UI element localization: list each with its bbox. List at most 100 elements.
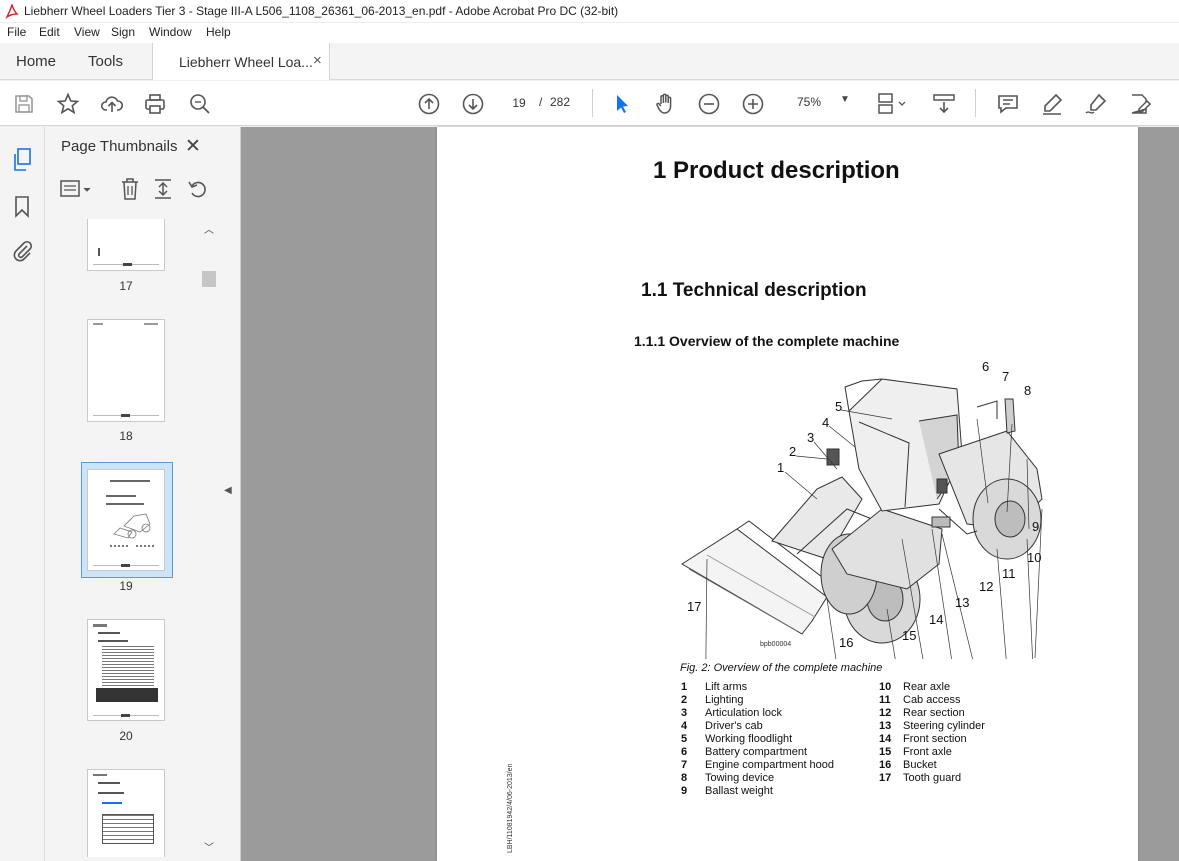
zoom-value: 75% (797, 95, 822, 109)
callout-1: 1 (777, 460, 784, 475)
callout-17: 17 (687, 599, 701, 614)
scroll-mode-icon[interactable] (932, 92, 956, 116)
heading-2: 1.1 Technical description (641, 280, 867, 301)
tab-tools[interactable]: Tools (74, 43, 152, 80)
callout-16: 16 (839, 635, 853, 650)
select-cursor-icon[interactable] (610, 92, 634, 116)
zoom-out-icon[interactable] (697, 92, 721, 116)
print-icon[interactable] (143, 92, 167, 116)
menu-sign[interactable]: Sign (111, 25, 135, 39)
extract-pages-icon[interactable] (152, 177, 174, 201)
legend-number: 15 (879, 746, 892, 758)
save-icon[interactable] (12, 92, 36, 116)
heading-3: 1.1.1 Overview of the complete machine (634, 333, 900, 349)
tab-document[interactable]: Liebherr Wheel Loa... × (152, 43, 330, 80)
options-menu-icon[interactable] (59, 177, 95, 201)
bookmark-icon[interactable] (14, 196, 30, 218)
legend-number: 7 (681, 759, 688, 771)
left-rail (0, 127, 45, 861)
wheel-loader-figure: 1 2 3 4 5 6 7 8 9 10 11 12 13 14 15 16 1… (681, 359, 1043, 659)
title-bar: Liebherr Wheel Loaders Tier 3 - Stage II… (0, 0, 1179, 23)
menu-edit[interactable]: Edit (39, 25, 60, 39)
legend-text: Engine compartment hood (705, 759, 835, 771)
chevron-up-icon[interactable]: ︿ (204, 221, 214, 236)
legend-number: 17 (879, 772, 892, 784)
callout-12: 12 (979, 579, 993, 594)
zoom-in-icon[interactable] (741, 92, 765, 116)
thumbnail-scrollbar[interactable]: ︿ ﹀ (202, 219, 216, 857)
callout-10: 10 (1027, 550, 1041, 565)
close-tab-icon[interactable]: × (313, 52, 322, 69)
comment-icon[interactable] (996, 92, 1020, 116)
upload-cloud-icon[interactable] (100, 92, 124, 116)
legend-number: 13 (879, 720, 892, 732)
edit-pdf-icon[interactable] (1128, 92, 1152, 116)
legend-text: Lighting (705, 694, 744, 706)
menu-window[interactable]: Window (149, 25, 192, 39)
thumbnail-page-17[interactable] (87, 219, 165, 271)
thumbnail-page-20[interactable] (87, 619, 165, 721)
callout-15: 15 (902, 628, 916, 643)
legend-text: Cab access (903, 694, 961, 706)
legend-text: Rear axle (903, 681, 951, 693)
chevron-down-icon[interactable]: ﹀ (204, 839, 214, 854)
thumbnail-page-21[interactable] (87, 769, 165, 857)
legend-text: Rear section (903, 707, 965, 719)
zoom-search-icon[interactable] (188, 92, 212, 116)
thumbnail-figure (113, 513, 151, 539)
legend-right: 10 Rear axle 11 Cab access 12 Rear section … (879, 681, 1069, 791)
callout-4: 4 (822, 415, 829, 430)
legend-number: 14 (879, 733, 892, 745)
sign-icon[interactable] (1084, 92, 1108, 116)
legend-text: Lift arms (705, 681, 748, 693)
legend-number: 9 (681, 785, 688, 797)
legend-number: 12 (879, 707, 892, 719)
thumbnail-page-18[interactable] (87, 319, 165, 422)
callout-6: 6 (982, 359, 989, 374)
panel-splitter[interactable]: ◀ (217, 127, 241, 861)
delete-icon[interactable] (119, 177, 141, 201)
zoom-dropdown[interactable]: 75% ▼ (782, 91, 854, 115)
highlight-pen-icon[interactable] (1040, 92, 1064, 116)
legend-text: Tooth guard (903, 772, 962, 784)
legend-number: 16 (879, 759, 892, 771)
menu-view[interactable]: View (74, 25, 100, 39)
thumbnail-page-19[interactable] (87, 469, 165, 571)
page-number-input[interactable] (504, 91, 534, 115)
tab-tools-label: Tools (88, 53, 124, 70)
thumbnail-number: 20 (119, 729, 133, 743)
toolbar-divider (975, 89, 976, 117)
window-title: Liebherr Wheel Loaders Tier 3 - Stage II… (24, 4, 619, 18)
legend-number: 8 (681, 772, 688, 784)
callout-7: 7 (1002, 369, 1009, 384)
page-display-icon[interactable] (876, 92, 912, 116)
tab-home-label: Home (16, 53, 57, 70)
callout-5: 5 (835, 399, 842, 414)
menu-file[interactable]: File (7, 25, 26, 39)
legend-number: 1 (681, 681, 688, 693)
scroll-thumb[interactable] (202, 271, 216, 287)
star-icon[interactable] (56, 92, 80, 116)
next-page-icon[interactable] (461, 92, 485, 116)
legend-number: 3 (681, 707, 688, 719)
menu-help[interactable]: Help (206, 25, 231, 39)
legend-text: Working floodlight (705, 733, 793, 745)
legend-number: 5 (681, 733, 688, 745)
legend-number: 2 (681, 694, 688, 706)
page-thumbnails-icon[interactable] (13, 148, 33, 172)
callout-8: 8 (1024, 383, 1031, 398)
callout-14: 14 (929, 612, 943, 627)
thumbnail-number: 18 (119, 429, 133, 443)
hand-tool-icon[interactable] (653, 92, 677, 116)
toolbar: / 282 75% ▼ (0, 81, 1179, 126)
page-total: 282 (550, 95, 571, 109)
legend-text: Front section (903, 733, 967, 745)
thumbnails-panel: Page Thumbnails ✕ 17 18 19 20 ︿ ﹀ (45, 127, 217, 861)
attachment-icon[interactable] (12, 240, 34, 264)
legend-number: 6 (681, 746, 688, 758)
previous-page-icon[interactable] (417, 92, 441, 116)
tab-home[interactable]: Home (0, 43, 74, 80)
close-panel-icon[interactable]: ✕ (185, 135, 201, 158)
collapse-panel-icon[interactable]: ◀ (224, 485, 232, 496)
rotate-icon[interactable] (187, 177, 209, 201)
